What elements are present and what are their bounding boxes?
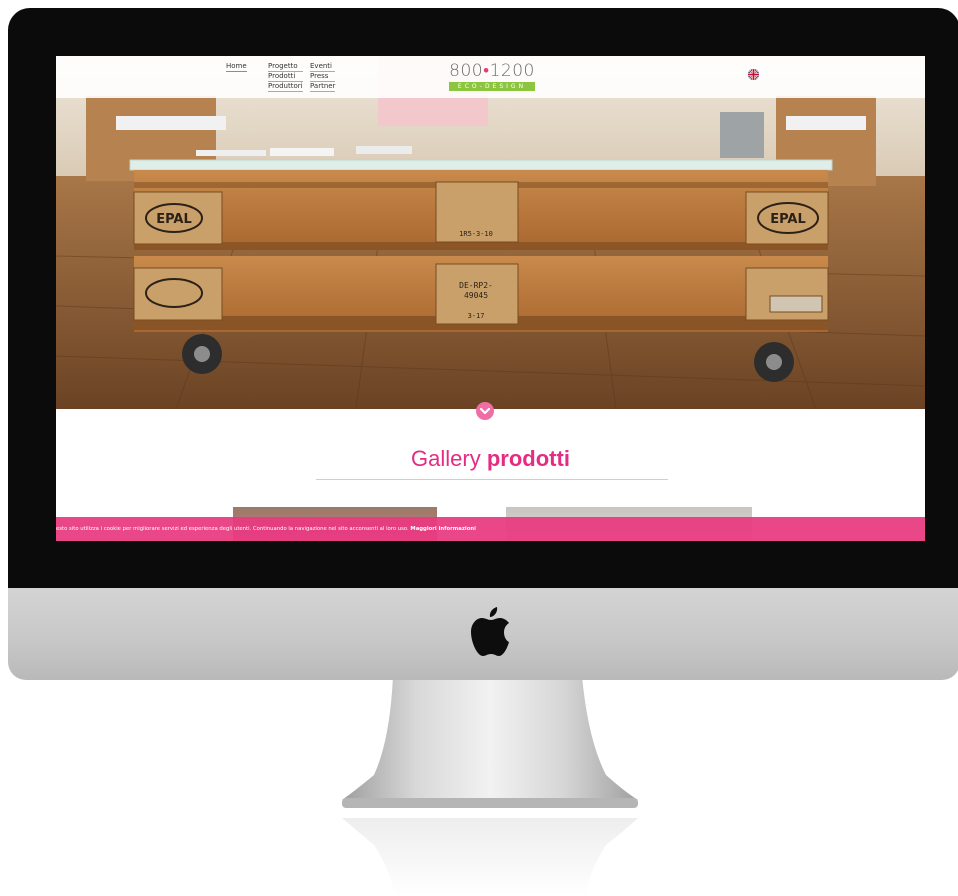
nav-produttori-link[interactable]: Produttori — [268, 82, 303, 92]
epal-label: EPAL — [156, 212, 192, 227]
nav-column-3: Eventi Press Partner — [310, 62, 336, 92]
section-divider — [316, 479, 668, 480]
logo-tagline: ECO-DESIGN — [449, 82, 535, 91]
nav-column-1: Home — [226, 62, 247, 72]
nav-eventi-link[interactable]: Eventi — [310, 62, 336, 72]
nav-progetto-link[interactable]: Progetto — [268, 62, 303, 72]
section-title: Gallery prodotti — [56, 446, 925, 472]
section-title-regular: Gallery — [411, 446, 481, 471]
logo-wordmark: 800•1200 — [449, 61, 535, 81]
nav-home-link[interactable]: Home — [226, 62, 247, 72]
cookie-banner: esto sito utilizza i cookie per migliora… — [56, 517, 925, 541]
site-logo[interactable]: 800•1200 ECO-DESIGN — [446, 61, 538, 97]
nav-partner-link[interactable]: Partner — [310, 82, 336, 92]
svg-text:EPAL: EPAL — [770, 212, 806, 227]
uk-flag-icon[interactable] — [748, 69, 759, 80]
cookie-text: esto sito utilizza i cookie per migliora… — [56, 526, 411, 532]
svg-text:DE-RP2-: DE-RP2- — [459, 281, 493, 290]
scroll-down-button[interactable] — [476, 402, 494, 420]
apple-logo-icon — [471, 607, 509, 656]
chevron-down-icon — [479, 407, 491, 415]
nav-column-2: Progetto Prodotti Produttori — [268, 62, 303, 92]
svg-text:3-17: 3-17 — [468, 312, 485, 320]
svg-text:1R5-3-10: 1R5-3-10 — [459, 230, 493, 238]
cookie-more-info-link[interactable]: Maggiori informazioni — [410, 526, 476, 532]
nav-press-link[interactable]: Press — [310, 72, 336, 82]
svg-text:49045: 49045 — [464, 291, 488, 300]
browser-screen: EPAL EPAL DE-RP2- 49045 1R5-3-10 3-17 Ho… — [56, 56, 925, 541]
hero-image: EPAL EPAL DE-RP2- 49045 1R5-3-10 3-17 — [56, 56, 925, 409]
nav-prodotti-link[interactable]: Prodotti — [268, 72, 303, 82]
section-title-bold: prodotti — [486, 446, 570, 471]
